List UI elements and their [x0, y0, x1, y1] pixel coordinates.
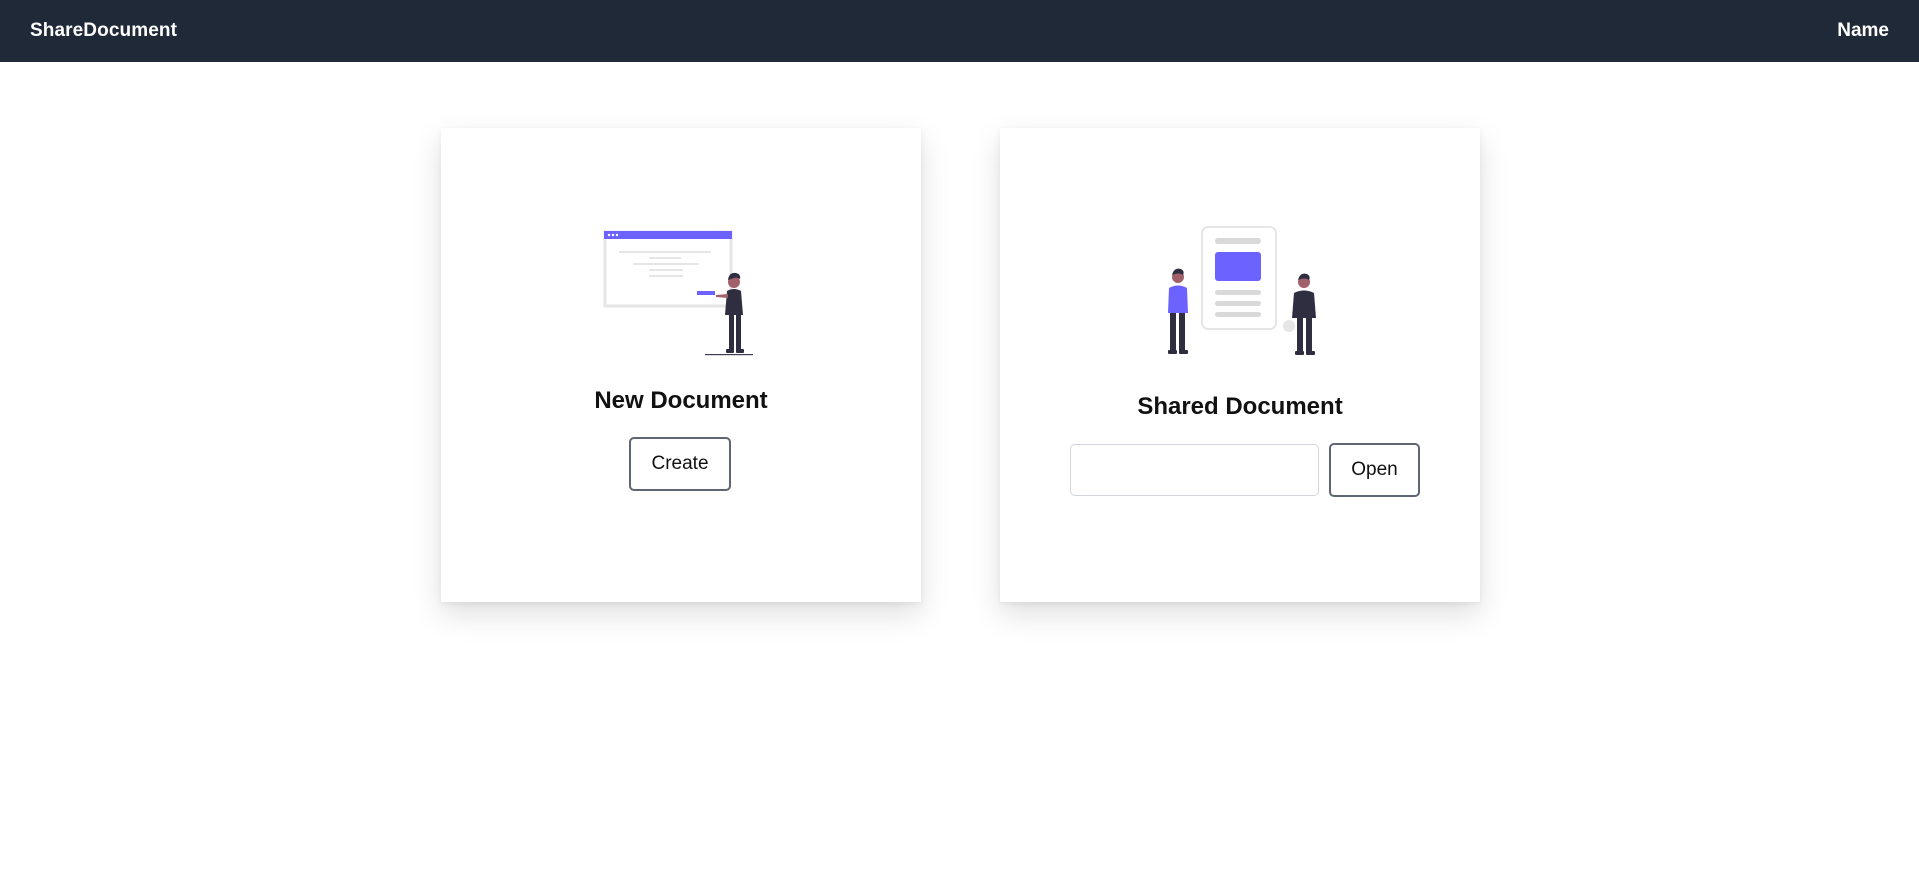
open-button[interactable]: Open	[1329, 443, 1420, 497]
shared-document-title: Shared Document	[1137, 393, 1343, 420]
user-name[interactable]: Name	[1837, 20, 1889, 42]
new-document-title: New Document	[594, 387, 768, 414]
document-id-input[interactable]	[1070, 444, 1319, 496]
brand-logo-text[interactable]: ShareDocument	[30, 20, 177, 42]
shared-document-card: Shared Document Open	[1000, 128, 1480, 602]
new-document-card: New Document Create	[441, 128, 921, 602]
document-presentation-illustration-icon	[603, 230, 753, 356]
create-button[interactable]: Create	[629, 437, 731, 491]
top-navbar: ShareDocument Name	[0, 0, 1919, 62]
people-sharing-document-illustration-icon	[1168, 226, 1316, 355]
